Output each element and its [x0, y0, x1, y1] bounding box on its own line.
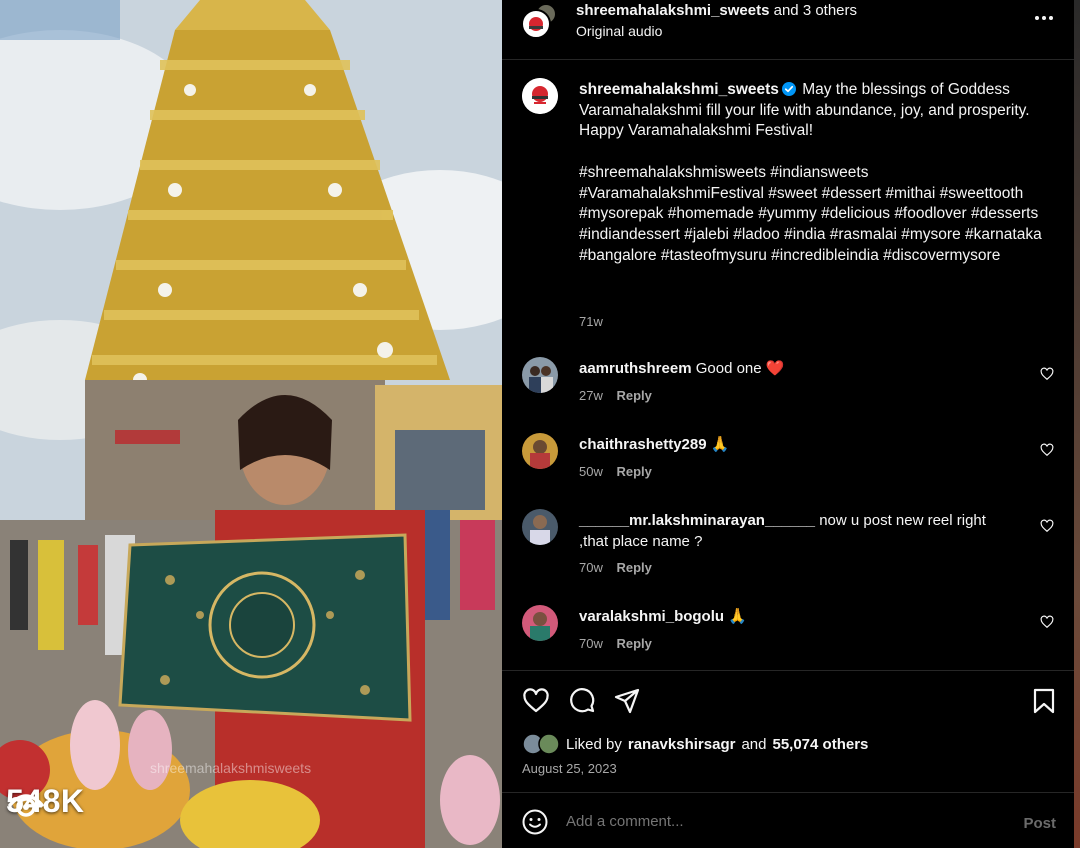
post-comment-button[interactable]: Post — [1023, 815, 1056, 832]
comment-text: chaithrashetty289 🙏 — [579, 435, 1019, 456]
comment-time: 50w — [579, 464, 603, 479]
caption-time[interactable]: 71w — [579, 314, 603, 329]
comment-username[interactable]: varalakshmi_bogolu — [579, 608, 724, 625]
comment-text: ______mr.lakshminarayan______ now u post… — [579, 511, 1019, 552]
post-header: shreemahalakshmi_sweets and 3 others Ori… — [502, 0, 1074, 60]
emoji-icon[interactable] — [522, 809, 548, 835]
comment-time: 27w — [579, 388, 603, 403]
share-icon[interactable] — [613, 687, 641, 715]
comment-item: chaithrashetty289 🙏 50w Reply — [520, 433, 1060, 493]
header-username[interactable]: shreemahalakshmi_sweets — [576, 2, 769, 19]
collab-avatars[interactable] — [520, 2, 560, 42]
comment-username[interactable]: ______mr.lakshminarayan______ — [579, 512, 815, 529]
caption-username[interactable]: shreemahalakshmi_sweets — [579, 81, 779, 98]
video-watermark: shreemahalakshmisweets — [150, 760, 312, 776]
liked-others[interactable]: 55,074 others — [772, 736, 868, 753]
like-comment-heart-icon[interactable] — [1040, 615, 1054, 629]
background-edge — [1074, 0, 1080, 848]
post-details-panel: shreemahalakshmi_sweets and 3 others Ori… — [502, 0, 1074, 848]
comment-username[interactable]: chaithrashetty289 — [579, 436, 707, 453]
comment-input[interactable] — [566, 813, 986, 830]
comment-item: aamruthshreem Good one ❤️ 27w Reply — [520, 357, 1060, 417]
comment-username[interactable]: aamruthshreem — [579, 360, 692, 377]
comment-item: ______mr.lakshminarayan______ now u post… — [520, 509, 1060, 585]
like-comment-heart-icon[interactable] — [1040, 443, 1054, 457]
caption-text: shreemahalakshmi_sweets May the blessing… — [579, 80, 1049, 266]
comment-avatar[interactable] — [522, 357, 558, 393]
reply-button[interactable]: Reply — [616, 464, 651, 479]
reel-video[interactable]: shreemahalakshmisweets 548K — [0, 0, 502, 848]
comment-meta: 50w Reply — [579, 464, 652, 479]
caption-avatar[interactable] — [522, 78, 558, 114]
reply-button[interactable]: Reply — [616, 560, 651, 575]
comment-body: 🙏 — [710, 436, 730, 453]
post-actions: Liked by ranavkshirsagr and 55,074 other… — [502, 670, 1074, 792]
comment-body: Good one ❤️ — [695, 360, 785, 377]
liked-prefix: Liked by — [566, 735, 622, 753]
comment-time: 70w — [579, 636, 603, 651]
comment-item: varalakshmi_bogolu 🙏 70w Reply — [520, 605, 1060, 665]
temple-scene-image — [0, 0, 502, 848]
more-horizontal-icon[interactable] — [1034, 11, 1054, 25]
liked-by-avatars — [522, 733, 560, 755]
add-comment-bar: Post — [502, 792, 1074, 848]
comment-icon[interactable] — [568, 687, 596, 715]
comment-body: 🙏 — [728, 608, 747, 625]
reply-button[interactable]: Reply — [616, 636, 651, 651]
liked-username[interactable]: ranavkshirsagr — [628, 736, 736, 753]
eye-icon — [8, 794, 44, 817]
like-comment-heart-icon[interactable] — [1040, 519, 1054, 533]
like-comment-heart-icon[interactable] — [1040, 367, 1054, 381]
comment-text: varalakshmi_bogolu 🙏 — [579, 607, 1019, 628]
comment-meta: 27w Reply — [579, 388, 652, 403]
comment-text: aamruthshreem Good one ❤️ — [579, 359, 1019, 380]
comment-avatar[interactable] — [522, 605, 558, 641]
liked-by-line[interactable]: Liked by ranavkshirsagr and 55,074 other… — [522, 733, 868, 755]
comment-avatar[interactable] — [522, 433, 558, 469]
caption-hashtags[interactable]: #shreemahalakshmisweets #indiansweets #V… — [579, 164, 1042, 264]
header-username-line[interactable]: shreemahalakshmi_sweets and 3 others — [576, 2, 857, 19]
bookmark-icon[interactable] — [1030, 687, 1058, 715]
header-and-others[interactable]: and 3 others — [769, 2, 857, 19]
reply-button[interactable]: Reply — [616, 388, 651, 403]
view-counter: 548K — [6, 783, 85, 820]
comment-meta: 70w Reply — [579, 636, 652, 651]
comment-avatar[interactable] — [522, 509, 558, 545]
caption-line-2: Happy Varamahalakshmi Festival! — [579, 122, 814, 140]
heart-icon[interactable] — [522, 687, 550, 715]
liked-and: and — [741, 735, 767, 753]
comment-meta: 70w Reply — [579, 560, 652, 575]
original-audio-link[interactable]: Original audio — [576, 23, 662, 39]
verified-badge-icon — [781, 82, 796, 96]
comment-time: 70w — [579, 560, 603, 575]
post-date[interactable]: August 25, 2023 — [522, 761, 617, 776]
